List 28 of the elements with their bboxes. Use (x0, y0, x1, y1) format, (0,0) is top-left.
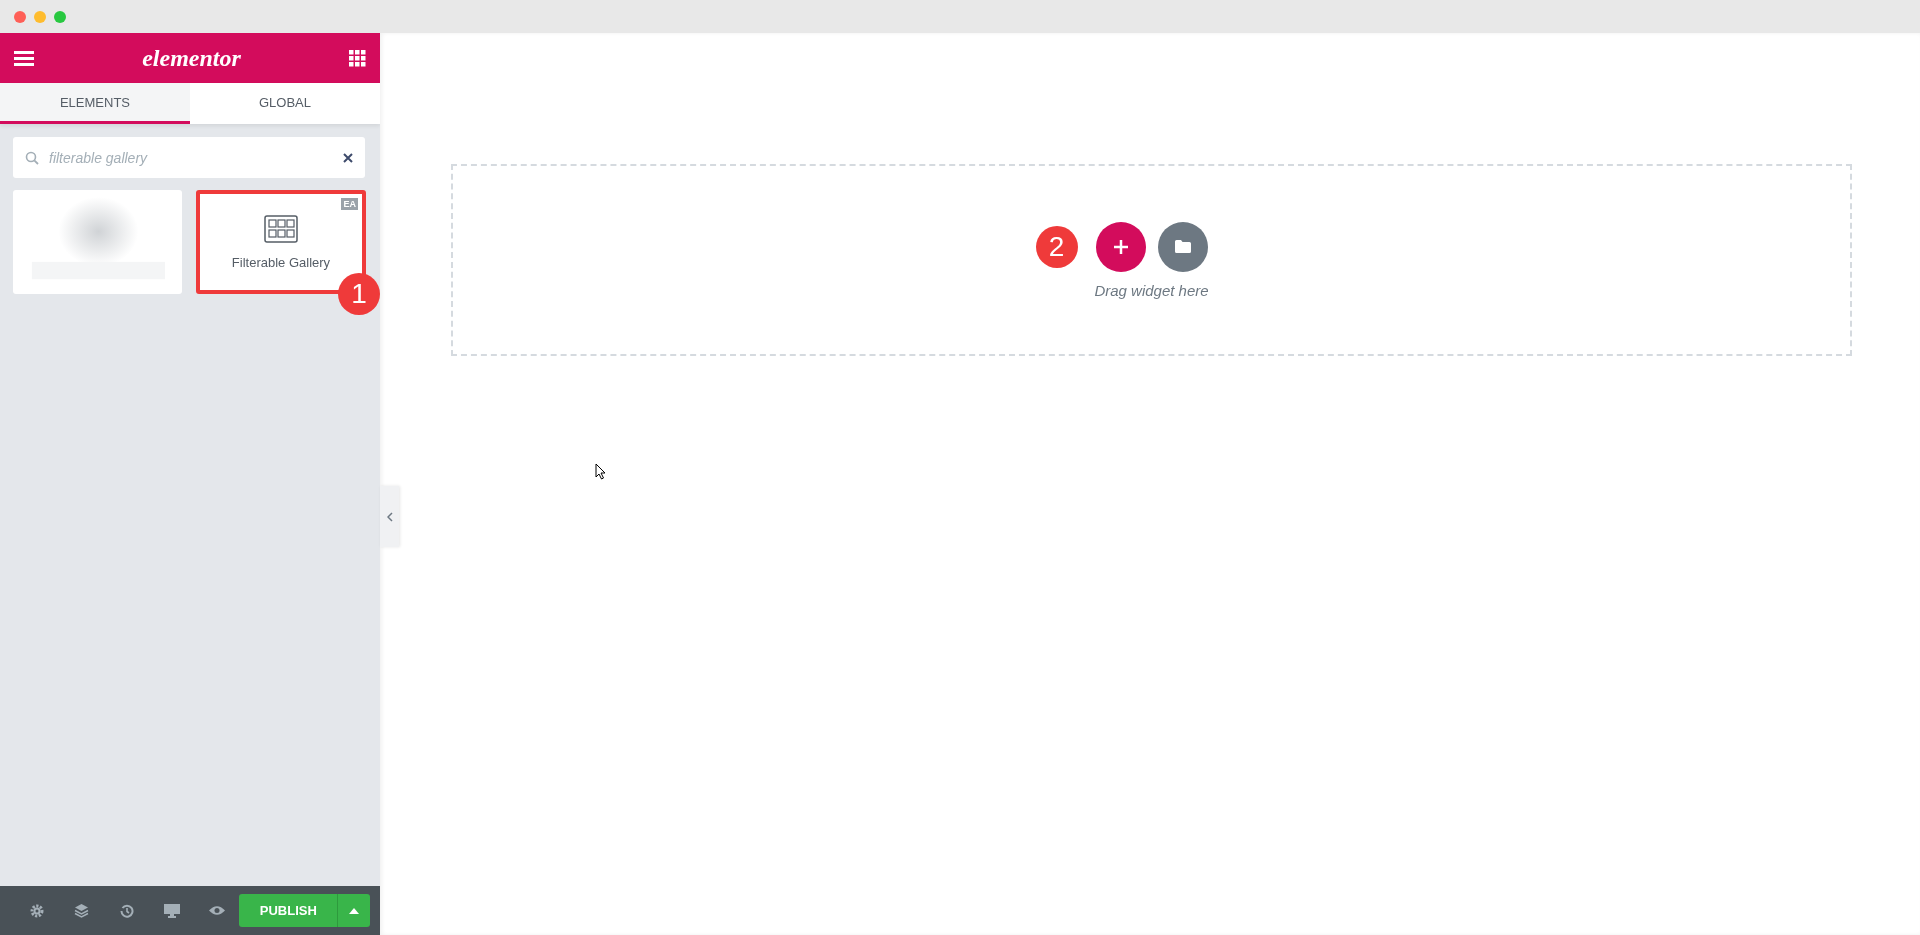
maximize-dot-icon[interactable] (54, 10, 66, 23)
layers-icon[interactable] (74, 903, 90, 918)
widget-badge: EA (341, 198, 358, 210)
folder-icon (1174, 240, 1191, 253)
chevron-icon (386, 511, 393, 522)
publish-options-button[interactable] (337, 894, 370, 927)
settings-icon[interactable] (29, 903, 44, 918)
step-marker: 2 (1035, 225, 1078, 268)
panel-tab[interactable]: GLOBAL (190, 83, 380, 124)
caret-icon (349, 907, 360, 914)
cursor-icon (595, 463, 606, 480)
desktop-icon[interactable] (163, 903, 180, 918)
drop-hint: Drag widget here (1094, 281, 1209, 299)
menu-icon[interactable] (14, 50, 34, 66)
logo: elementor (142, 44, 241, 72)
close-icon[interactable] (343, 152, 353, 163)
close-dot-icon[interactable] (14, 10, 26, 23)
gallery-grid-icon (264, 214, 298, 243)
plus-icon (1113, 239, 1128, 254)
history-icon[interactable] (119, 903, 134, 918)
search-icon (25, 150, 39, 165)
eye-icon[interactable] (208, 905, 225, 916)
apps-grid-icon[interactable] (349, 49, 366, 67)
step-marker: 1 (338, 273, 380, 315)
search-bar[interactable]: filterable gallery (13, 137, 365, 178)
widget-label: Filterable Gallery (231, 254, 331, 270)
panel-tab[interactable]: ELEMENTS (0, 83, 190, 124)
minimize-dot-icon[interactable] (34, 10, 46, 23)
